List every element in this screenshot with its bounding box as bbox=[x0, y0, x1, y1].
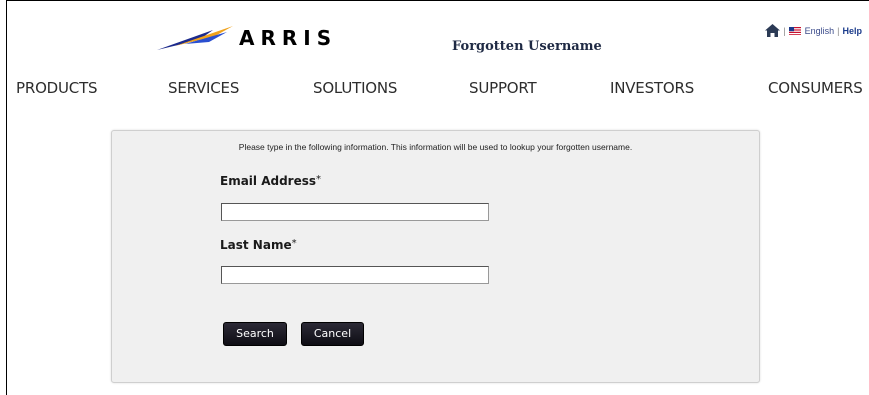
email-input[interactable] bbox=[221, 203, 489, 221]
separator: | bbox=[783, 25, 786, 36]
instructions-text: Please type in the following information… bbox=[238, 142, 633, 152]
cancel-button[interactable]: Cancel bbox=[301, 322, 364, 346]
nav-item-consumers[interactable]: CONSUMERS bbox=[768, 79, 863, 97]
email-label-text: Email Address bbox=[220, 174, 317, 188]
nav-item-services[interactable]: SERVICES bbox=[168, 79, 239, 97]
logo-text: ARRIS bbox=[239, 26, 338, 50]
page-title: Forgotten Username bbox=[452, 39, 602, 54]
utility-links: | English | Help bbox=[765, 24, 862, 37]
last-name-label: Last Name* bbox=[220, 238, 297, 252]
nav-item-solutions[interactable]: SOLUTIONS bbox=[313, 79, 397, 97]
required-marker: * bbox=[316, 174, 322, 185]
separator: | bbox=[837, 25, 840, 36]
required-marker: * bbox=[291, 238, 297, 249]
arris-swoosh-icon bbox=[157, 26, 233, 50]
us-flag-icon[interactable] bbox=[788, 26, 801, 35]
nav-item-products[interactable]: PRODUCTS bbox=[16, 79, 98, 97]
language-link[interactable]: English bbox=[805, 26, 835, 36]
forgot-username-panel: Please type in the following information… bbox=[111, 130, 760, 383]
home-icon[interactable] bbox=[765, 24, 781, 37]
main-nav: PRODUCTS SERVICES SOLUTIONS SUPPORT INVE… bbox=[0, 79, 869, 99]
search-button[interactable]: Search bbox=[223, 322, 287, 346]
email-label: Email Address* bbox=[220, 174, 321, 188]
help-link[interactable]: Help bbox=[842, 26, 862, 36]
last-name-input[interactable] bbox=[221, 266, 489, 284]
last-name-label-text: Last Name bbox=[220, 238, 292, 252]
arris-logo[interactable]: ARRIS bbox=[155, 24, 337, 52]
header: ARRIS Forgotten Username | English | Hel… bbox=[0, 0, 869, 70]
nav-item-investors[interactable]: INVESTORS bbox=[610, 79, 694, 97]
nav-item-support[interactable]: SUPPORT bbox=[469, 79, 537, 97]
